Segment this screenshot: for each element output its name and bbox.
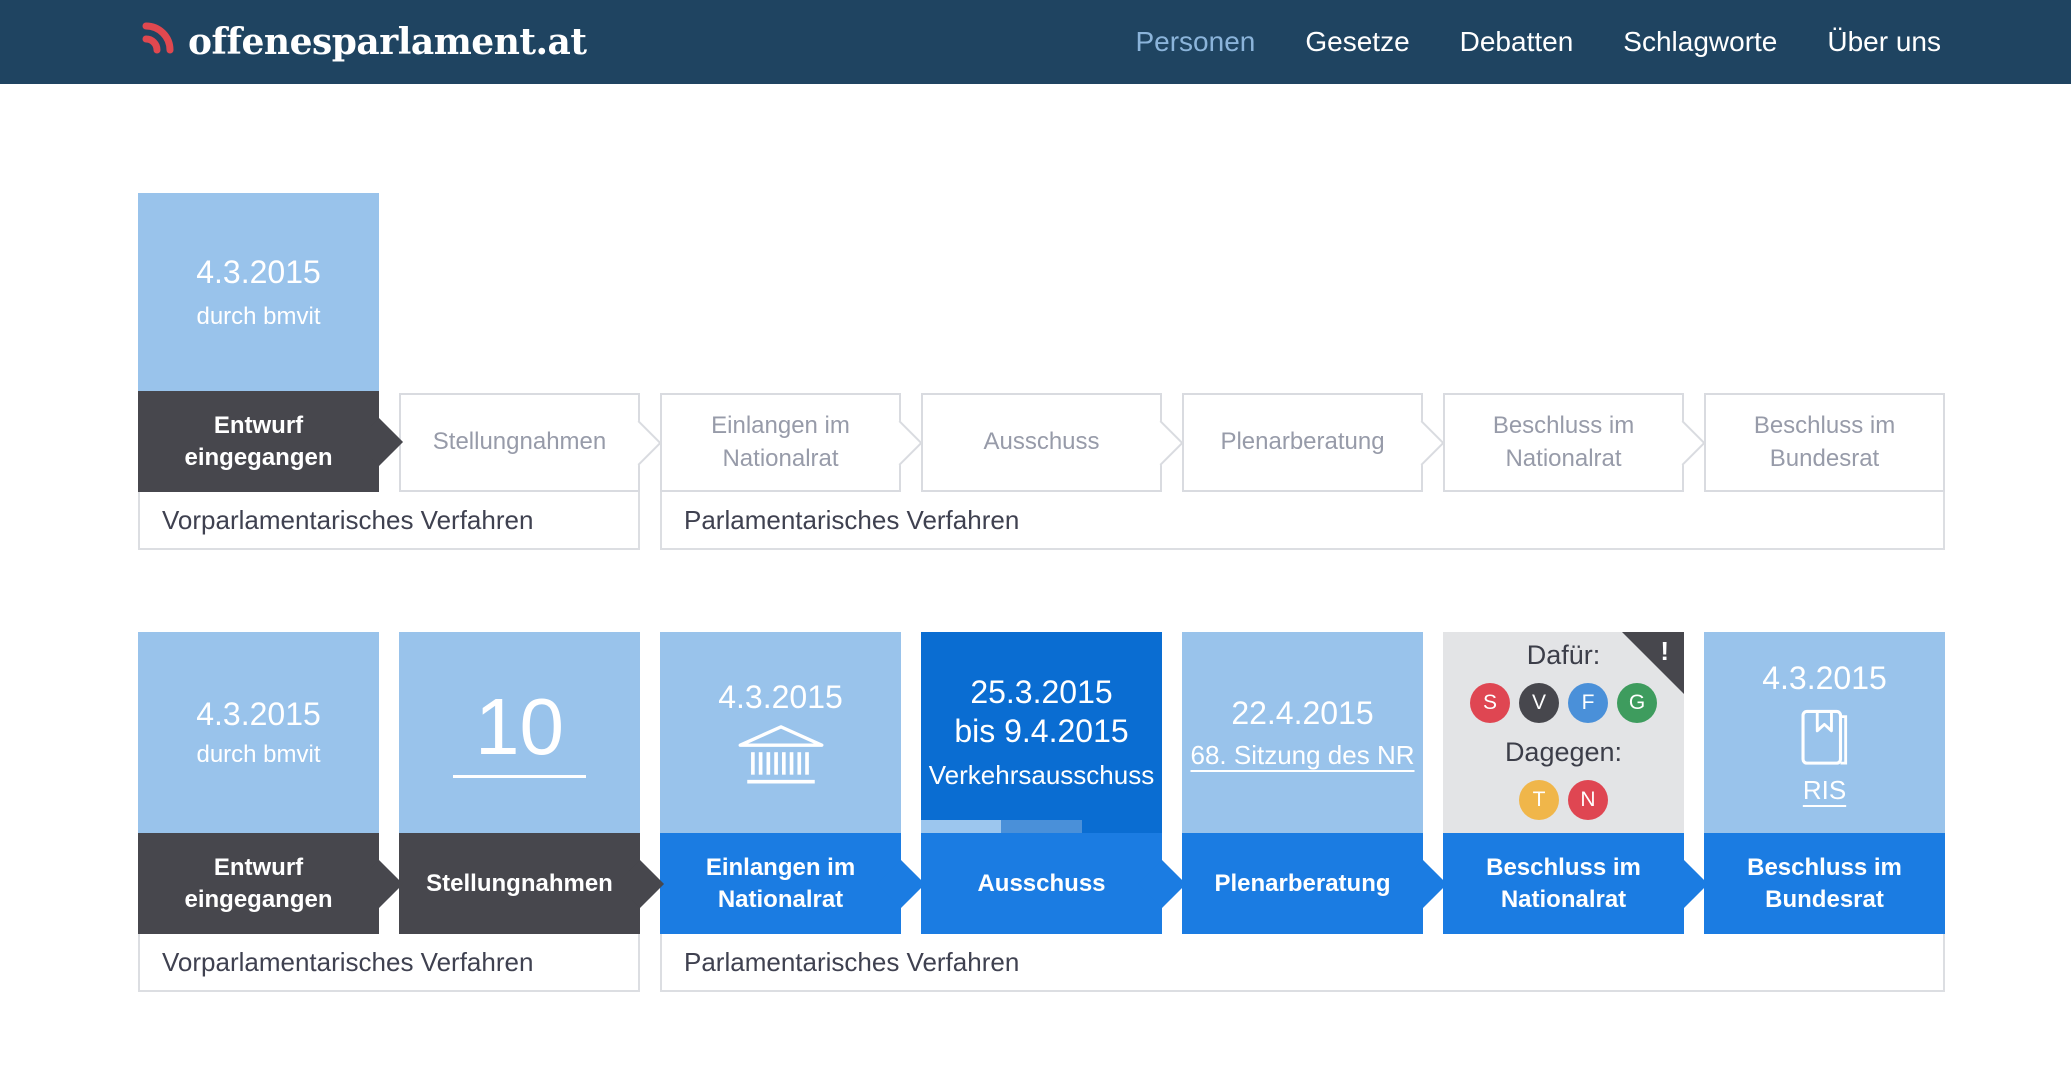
overview-step-beschluss-nationalrat: Beschluss im Nationalrat [1443,393,1684,492]
detail-beschluss-br-label: Beschluss im Bundesrat [1704,833,1945,934]
beschluss-br-date: 4.3.2015 [1762,660,1887,697]
detail-phase-parlamentarisch: Parlamentarisches Verfahren [660,934,1945,992]
nav-item-ueber-uns[interactable]: Über uns [1827,26,1941,58]
overview-phase-parlamentarisch: Parlamentarisches Verfahren [660,492,1945,550]
detail-step-ausschuss: 25.3.2015 bis 9.4.2015 Verkehrsausschuss… [921,632,1162,934]
rss-signal-icon [140,24,180,61]
detail-entwurf-via: durch bmvit [196,741,320,769]
law-book-icon [1799,705,1851,767]
detail-beschluss-nr-label: Beschluss im Nationalrat [1443,833,1684,934]
progress-segment-mid [1001,820,1082,833]
overview-step-stellungnahmen: Stellungnahmen [399,393,640,492]
detail-step-beschluss-nationalrat: ! Dafür: S V F G Dagegen: T N Beschluss … [1443,632,1684,934]
party-badge-fpoe: F [1568,683,1608,723]
progress-segment-light [921,820,1001,833]
detail-einlangen-date: 4.3.2015 [718,679,843,716]
ris-link[interactable]: RIS [1803,775,1846,806]
detail-phase-row: Vorparlamentarisches Verfahren Parlament… [138,934,1946,992]
detail-plenarberatung-card: 22.4.2015 68. Sitzung des NR [1182,632,1423,833]
overview-step-beschluss-bundesrat: Beschluss im Bundesrat [1704,393,1945,492]
overview-entwurf-date-card: 4.3.2015 durch bmvit [138,193,379,391]
ausschuss-progress-strip [921,820,1162,833]
detail-einlangen-card: 4.3.2015 [660,632,901,833]
ausschuss-committee: Verkehrsausschuss [929,760,1154,791]
parliament-building-icon [736,724,826,786]
nav-item-gesetze[interactable]: Gesetze [1305,26,1409,58]
alert-exclamation-icon: ! [1660,636,1669,667]
ausschuss-date-from: 25.3.2015 [970,674,1112,711]
overview-step-ausschuss: Ausschuss [921,393,1162,492]
detail-timeline: 4.3.2015 durch bmvit Entwurf eingegangen… [138,632,1946,992]
nav-item-schlagworte[interactable]: Schlagworte [1623,26,1777,58]
site-logo[interactable]: offenesparlament.at [140,21,587,63]
detail-stellungnahmen-label: Stellungnahmen [399,833,640,934]
nav-item-personen[interactable]: Personen [1135,26,1255,58]
site-title: offenesparlament.at [188,21,587,63]
detail-step-entwurf: 4.3.2015 durch bmvit Entwurf eingegangen [138,632,379,934]
detail-entwurf-date: 4.3.2015 [196,696,321,733]
detail-step-stellungnahmen: 10 Stellungnahmen [399,632,640,934]
overview-phase-row: Vorparlamentarisches Verfahren Parlament… [138,492,1946,550]
detail-ausschuss-label: Ausschuss [921,833,1162,934]
top-navbar: offenesparlament.at Personen Gesetze Deb… [0,0,2071,84]
overview-step-einlangen-nationalrat: Einlangen im Nationalrat [660,393,901,492]
overview-entwurf-via: durch bmvit [196,303,320,331]
detail-beschluss-br-card: 4.3.2015 RIS [1704,632,1945,833]
party-badge-oevp: V [1519,683,1559,723]
detail-step-beschluss-bundesrat: 4.3.2015 RIS Beschluss im Bundesrat [1704,632,1945,934]
sitzung-des-nr-link[interactable]: 68. Sitzung des NR [1190,740,1414,771]
stellungnahmen-count-link[interactable]: 10 [453,687,586,778]
main-navigation: Personen Gesetze Debatten Schlagworte Üb… [1135,26,1941,58]
party-badge-team-stronach: T [1519,780,1559,820]
ausschuss-date-to: bis 9.4.2015 [954,713,1128,750]
overview-timeline: 4.3.2015 durch bmvit Entwurf eingegangen… [138,193,1946,550]
overview-phase-vorparlamentarisch: Vorparlamentarisches Verfahren [138,492,640,550]
detail-beschluss-nr-card: ! Dafür: S V F G Dagegen: T N [1443,632,1684,833]
vote-for-title: Dafür: [1527,640,1601,671]
detail-entwurf-card: 4.3.2015 durch bmvit [138,632,379,833]
detail-einlangen-label: Einlangen im Nationalrat [660,833,901,934]
detail-phase-vorparlamentarisch: Vorparlamentarisches Verfahren [138,934,640,992]
vote-against-row: T N [1519,780,1608,820]
detail-stellungnahmen-card: 10 [399,632,640,833]
detail-entwurf-label: Entwurf eingegangen [138,833,379,934]
plenarberatung-date: 22.4.2015 [1231,695,1373,732]
party-badge-neos: N [1568,780,1608,820]
detail-ausschuss-card: 25.3.2015 bis 9.4.2015 Verkehrsausschuss [921,632,1162,833]
detail-plenarberatung-label: Plenarberatung [1182,833,1423,934]
party-badge-spoe: S [1470,683,1510,723]
overview-step-entwurf: 4.3.2015 durch bmvit Entwurf eingegangen [138,193,379,492]
overview-step-plenarberatung: Plenarberatung [1182,393,1423,492]
overview-entwurf-label: Entwurf eingegangen [138,391,379,492]
detail-step-plenarberatung: 22.4.2015 68. Sitzung des NR Plenarberat… [1182,632,1423,934]
nav-item-debatten[interactable]: Debatten [1460,26,1574,58]
detail-step-einlangen: 4.3.2015 Einlangen im Nationalrat [660,632,901,934]
overview-entwurf-date: 4.3.2015 [196,254,321,291]
vote-against-title: Dagegen: [1505,737,1622,768]
alert-corner-ribbon [1622,632,1684,694]
